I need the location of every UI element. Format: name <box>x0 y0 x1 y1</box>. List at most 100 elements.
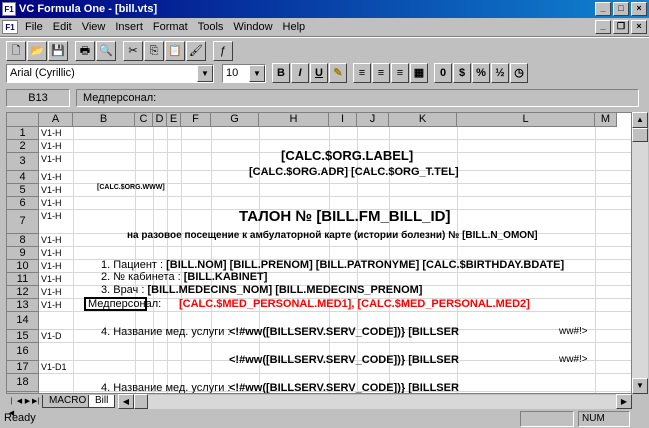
row-header[interactable]: 19 <box>7 392 39 393</box>
font-color-icon[interactable]: ✎ <box>329 63 347 83</box>
row-header[interactable]: 2 <box>7 140 39 153</box>
column-a-cell[interactable]: V1-H <box>41 235 62 245</box>
visit-line-cell[interactable]: на разовое посещение к амбулаторной карт… <box>127 230 538 241</box>
column-a-cell[interactable]: V1-H <box>41 128 62 138</box>
align-left-icon[interactable]: ≡ <box>353 63 371 83</box>
ticket-title-cell[interactable]: ТАЛОН № [BILL.FM_BILL_ID] <box>239 208 450 225</box>
scroll-left-icon[interactable]: ◀ <box>118 394 134 409</box>
column-a-cell[interactable]: V1-H <box>41 154 62 164</box>
vertical-scrollbar[interactable]: ▲ ▼ <box>632 112 648 394</box>
cut-icon[interactable]: ✂ <box>123 41 143 61</box>
column-header[interactable]: G <box>211 113 259 127</box>
menu-window[interactable]: Window <box>228 21 277 33</box>
column-header[interactable]: D <box>153 113 167 127</box>
column-header[interactable]: B <box>73 113 135 127</box>
column-a-cell[interactable]: V1-H <box>41 172 62 182</box>
close-button[interactable]: × <box>631 2 647 16</box>
cabinet-row[interactable]: 2. № кабинета : [BILL.KABINET] <box>101 271 267 283</box>
column-a-cell[interactable]: V1-H <box>41 248 62 258</box>
staff-label-cell-selected[interactable]: Медперсонал: <box>84 297 161 311</box>
next-sheet-icon[interactable]: ▶ <box>24 396 31 408</box>
fraction-format-button[interactable]: ½ <box>491 63 509 83</box>
doctor-row[interactable]: 3. Врач : [BILL.MEDECINS_NOM] [BILL.MEDE… <box>101 284 422 296</box>
service-end-row17[interactable]: ww#!> <box>559 354 588 365</box>
row-header[interactable]: 9 <box>7 247 39 260</box>
hscroll-thumb[interactable] <box>134 394 148 409</box>
column-a-cell[interactable]: V1-H <box>41 185 62 195</box>
scroll-thumb[interactable] <box>632 128 648 142</box>
paste-icon[interactable]: 📋 <box>165 41 185 61</box>
row-header[interactable]: 15 <box>7 330 39 343</box>
column-header[interactable]: J <box>357 113 389 127</box>
select-all-corner[interactable] <box>7 113 39 127</box>
service-end-row15[interactable]: ww#!> <box>559 326 588 337</box>
column-header[interactable]: A <box>39 113 73 127</box>
menu-tools[interactable]: Tools <box>193 21 229 33</box>
border-icon[interactable]: ▦ <box>410 63 428 83</box>
column-a-cell[interactable]: V1-D <box>41 331 62 341</box>
row-header[interactable]: 17 <box>7 361 39 374</box>
row-header[interactable]: 4 <box>7 171 39 184</box>
spreadsheet-grid[interactable]: ABCDEFGHIJKLM 1 V1-H 2 V1-H 3 V1-H 4 V1-H 5 V1-H 6… <box>6 112 632 394</box>
row-header[interactable]: 13 <box>7 299 39 312</box>
chevron-down-icon[interactable]: ▼ <box>249 64 265 82</box>
italic-button[interactable]: I <box>291 63 309 83</box>
print-icon[interactable]: 🖶 <box>75 41 95 61</box>
font-size-select[interactable]: 10 ▼ <box>222 63 266 83</box>
minimize-button[interactable]: _ <box>595 2 611 16</box>
app-icon[interactable]: F1 <box>2 2 16 16</box>
copy-icon[interactable]: ⎘ <box>144 41 164 61</box>
chevron-down-icon[interactable]: ▼ <box>197 64 213 82</box>
doc-close-button[interactable]: × <box>631 20 647 34</box>
underline-button[interactable]: U <box>310 63 328 83</box>
column-header[interactable]: K <box>389 113 457 127</box>
time-format-icon[interactable]: ◷ <box>510 63 528 83</box>
menu-help[interactable]: Help <box>278 21 311 33</box>
currency-format-button[interactable]: $ <box>453 63 471 83</box>
bold-button[interactable]: B <box>272 63 290 83</box>
column-header[interactable]: L <box>457 113 595 127</box>
row-header[interactable]: 5 <box>7 184 39 197</box>
row-header[interactable]: 18 <box>7 374 39 392</box>
row-header[interactable]: 1 <box>7 127 39 140</box>
format-painter-icon[interactable]: 🖌 <box>186 41 206 61</box>
column-a-cell[interactable]: V1-D0 <box>41 393 67 394</box>
print-preview-icon[interactable]: 🔍 <box>96 41 116 61</box>
column-a-cell[interactable]: V1-H <box>41 274 62 284</box>
column-a-cell[interactable]: V1-D1 <box>41 362 67 372</box>
column-a-cell[interactable]: V1-H <box>41 300 62 310</box>
menu-view[interactable]: View <box>77 21 111 33</box>
open-icon[interactable]: 📂 <box>27 41 47 61</box>
font-name-select[interactable]: Arial (Cyrillic) ▼ <box>6 63 214 83</box>
menu-edit[interactable]: Edit <box>48 21 77 33</box>
new-icon[interactable]: 🗋 <box>6 41 26 61</box>
staff-value-cell[interactable]: [CALC.$MED_PERSONAL.MED1], [CALC.$MED_PE… <box>179 298 530 310</box>
save-icon[interactable]: 💾 <box>48 41 68 61</box>
column-header[interactable]: M <box>595 113 617 127</box>
maximize-button[interactable]: □ <box>613 2 629 16</box>
menu-insert[interactable]: Insert <box>110 21 148 33</box>
column-header[interactable]: I <box>329 113 357 127</box>
column-header[interactable]: H <box>259 113 329 127</box>
row-header[interactable]: 11 <box>7 273 39 286</box>
horizontal-scrollbar[interactable]: ◀ ▶ <box>118 394 632 409</box>
service-label-row15[interactable]: 4. Название мед. услуги : <box>101 326 230 338</box>
doc-restore-button[interactable]: ❐ <box>613 20 629 34</box>
align-right-icon[interactable]: ≡ <box>391 63 409 83</box>
scroll-up-icon[interactable]: ▲ <box>632 112 648 128</box>
row-header[interactable]: 8 <box>7 234 39 247</box>
menu-format[interactable]: Format <box>148 21 193 33</box>
column-a-cell[interactable]: V1-H <box>41 287 62 297</box>
org-address-cell[interactable]: [CALC.$ORG.ADR] [CALC.$ORG_T.TEL] <box>249 166 459 178</box>
cell-reference[interactable]: B13 <box>6 89 70 107</box>
number-format-button[interactable]: 0 <box>434 63 452 83</box>
scroll-down-icon[interactable]: ▼ <box>632 378 648 394</box>
row-header[interactable]: 10 <box>7 260 39 273</box>
column-header[interactable]: E <box>167 113 181 127</box>
column-a-cell[interactable]: V1-H <box>41 211 62 221</box>
last-sheet-icon[interactable]: ▶| <box>32 396 39 408</box>
row-header[interactable]: 6 <box>7 197 39 210</box>
first-sheet-icon[interactable]: |◀ <box>8 396 15 417</box>
sheet-tab-bill[interactable]: Bill <box>88 395 116 408</box>
service-value-row15[interactable]: <!#ww([BILLSERV.SERV_CODE])} [BILLSER <box>229 326 459 338</box>
